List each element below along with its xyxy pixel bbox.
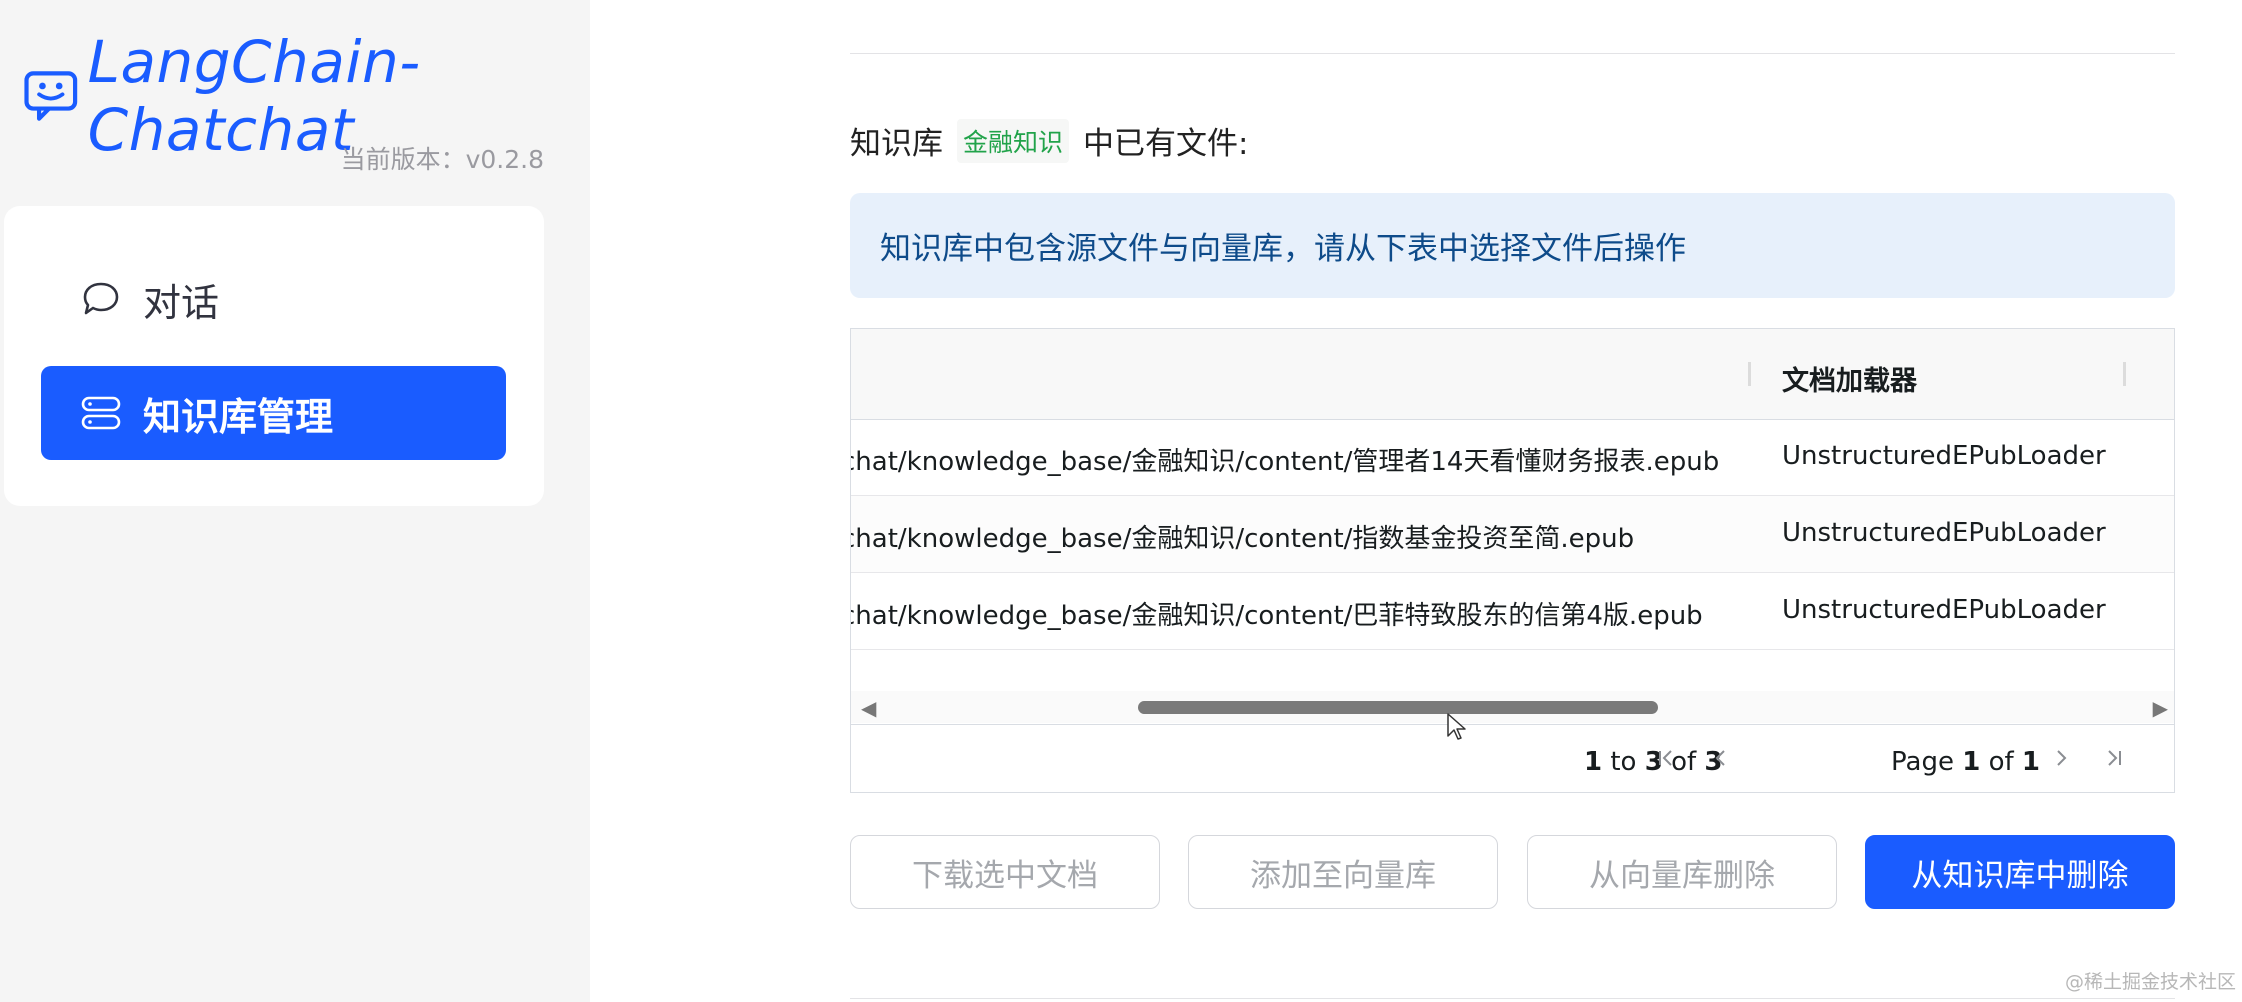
previous-page-icon[interactable] (1706, 743, 1736, 773)
sidebar: LangChain-Chatchat 当前版本：v0.2.8 对话 知识库管理 (0, 0, 590, 1002)
mouse-cursor-icon (1446, 712, 1468, 742)
last-page-icon[interactable] (2099, 743, 2129, 773)
nav-item-knowledge-base[interactable]: 知识库管理 (41, 366, 506, 460)
divider (850, 998, 2175, 999)
delete-from-vector-store-button[interactable]: 从向量库删除 (1527, 835, 1837, 909)
scroll-left-icon[interactable]: ◀ (861, 696, 876, 721)
loader-cell: UnstructuredEPubLoader (1782, 441, 2106, 471)
download-selected-button[interactable]: 下载选中文档 (850, 835, 1160, 909)
page-indicator: Page 1 of 1 (1891, 747, 2040, 777)
scrollbar-thumb[interactable] (1138, 701, 1658, 714)
table-row[interactable]: chat/knowledge_base/金融知识/content/管理者14天看… (851, 419, 2174, 496)
main-content: 知识库 金融知识 中已有文件: 知识库中包含源文件与向量库，请从下表中选择文件后… (850, 0, 2175, 1002)
kb-files-heading: 知识库 金融知识 中已有文件: (850, 118, 1248, 163)
first-page-icon[interactable] (1651, 743, 1681, 773)
heading-prefix: 知识库 (850, 118, 943, 163)
nav-menu: 对话 知识库管理 (4, 206, 544, 506)
file-path-cell: chat/knowledge_base/金融知识/content/巴菲特致股东的… (850, 595, 1703, 632)
loader-cell: UnstructuredEPubLoader (1782, 595, 2106, 625)
version-label: 当前版本：v0.2.8 (341, 140, 544, 176)
nav-item-label: 对话 (143, 272, 219, 327)
horizontal-scrollbar[interactable]: ◀ ▶ (851, 691, 2174, 723)
loader-cell: UnstructuredEPubLoader (1782, 518, 2106, 548)
chat-bubble-icon (79, 277, 123, 321)
info-text: 知识库中包含源文件与向量库，请从下表中选择文件后操作 (880, 223, 1686, 268)
table-header: 文档加载器 (851, 329, 2174, 420)
divider (850, 53, 2175, 54)
info-alert: 知识库中包含源文件与向量库，请从下表中选择文件后操作 (850, 193, 2175, 298)
action-buttons: 下载选中文档 添加至向量库 从向量库删除 从知识库中删除 (850, 835, 2175, 909)
add-to-vector-store-button[interactable]: 添加至向量库 (1188, 835, 1498, 909)
scroll-right-icon[interactable]: ▶ (2153, 696, 2168, 721)
delete-from-knowledge-base-button[interactable]: 从知识库中删除 (1865, 835, 2175, 909)
table-row[interactable]: chat/knowledge_base/金融知识/content/指数基金投资至… (851, 496, 2174, 573)
column-header-loader[interactable]: 文档加载器 (1782, 359, 1917, 398)
files-table: 文档加载器 chat/knowledge_base/金融知识/content/管… (850, 328, 2175, 793)
nav-item-chat[interactable]: 对话 (41, 252, 506, 346)
column-resize-handle[interactable] (2123, 362, 2126, 386)
chat-logo-icon (24, 66, 78, 126)
heading-suffix: 中已有文件: (1083, 118, 1248, 163)
pagination: 1 to 3 of 3 Page 1 of 1 (851, 724, 2174, 793)
table-row[interactable]: chat/knowledge_base/金融知识/content/巴菲特致股东的… (851, 573, 2174, 650)
column-resize-handle[interactable] (1748, 362, 1751, 386)
next-page-icon[interactable] (2046, 743, 2076, 773)
file-path-cell: chat/knowledge_base/金融知识/content/管理者14天看… (850, 441, 1719, 478)
database-icon (79, 391, 123, 435)
file-path-cell: chat/knowledge_base/金融知识/content/指数基金投资至… (850, 518, 1634, 555)
kb-name-tag: 金融知识 (957, 119, 1069, 163)
nav-item-label: 知识库管理 (143, 386, 333, 441)
watermark: @稀土掘金技术社区 (2065, 967, 2236, 994)
